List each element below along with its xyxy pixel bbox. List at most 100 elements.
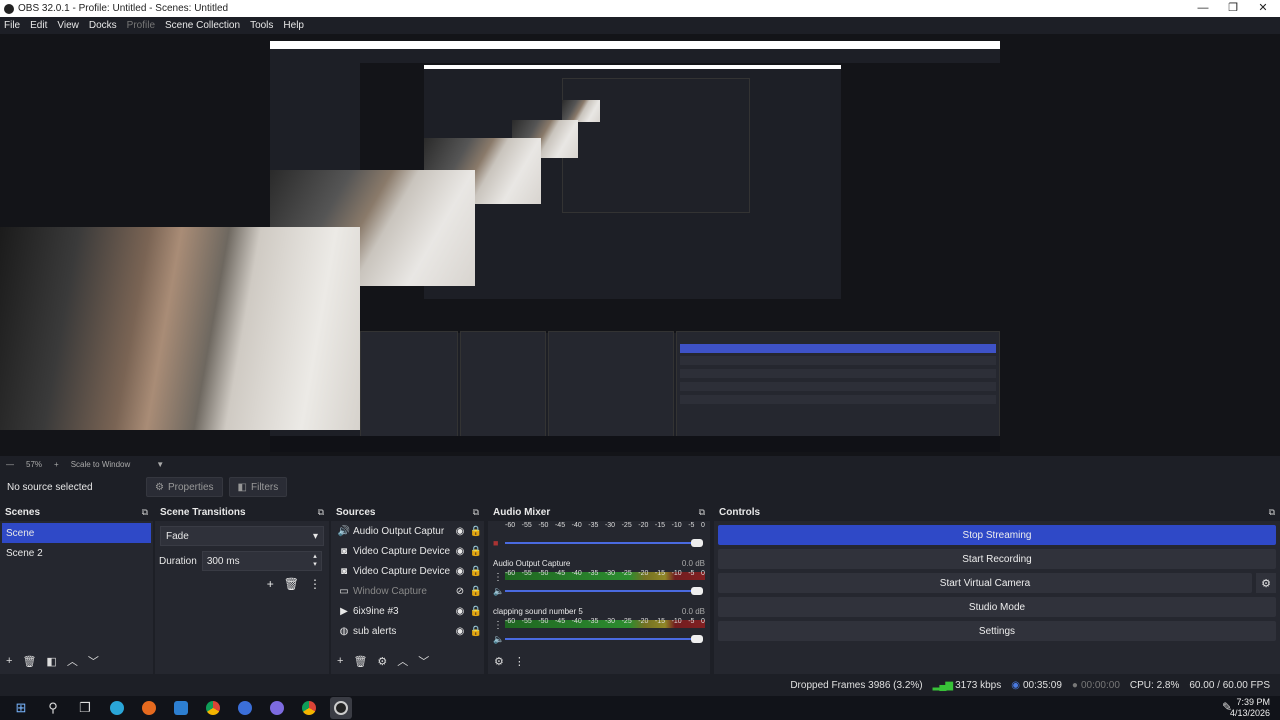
source-item[interactable]: ▭ Window Capture ⊘ 🔒 bbox=[331, 581, 484, 601]
windows-start-icon[interactable]: ⊞ bbox=[10, 697, 32, 719]
volume-slider[interactable] bbox=[505, 635, 703, 643]
chrome-icon[interactable] bbox=[202, 697, 224, 719]
eye-icon[interactable]: ◉ bbox=[452, 546, 468, 557]
chrome-icon-2[interactable] bbox=[298, 697, 320, 719]
more-icon[interactable]: ⋮ bbox=[493, 572, 505, 583]
volume-slider[interactable] bbox=[505, 539, 703, 547]
transition-select[interactable]: Fade ▾ bbox=[160, 526, 324, 546]
minimize-button[interactable]: — bbox=[1188, 0, 1218, 17]
menu-profile[interactable]: Profile bbox=[127, 20, 155, 31]
lock-icon[interactable]: 🔒 bbox=[468, 586, 484, 597]
menu-help[interactable]: Help bbox=[283, 20, 304, 31]
more-icon[interactable]: ⋮ bbox=[309, 577, 321, 591]
lock-icon[interactable]: 🔒 bbox=[468, 606, 484, 617]
lock-icon[interactable]: 🔒 bbox=[468, 566, 484, 577]
app-icon[interactable] bbox=[170, 697, 192, 719]
transition-selected: Fade bbox=[166, 530, 189, 542]
source-item[interactable]: ◍ sub alerts ◉ 🔒 bbox=[331, 621, 484, 641]
spin-arrows-icon[interactable]: ▴ ▾ bbox=[313, 553, 317, 569]
add-icon[interactable]: + bbox=[267, 577, 274, 591]
trash-icon[interactable]: 🗑 bbox=[284, 577, 299, 591]
dropped-frames: Dropped Frames 3986 (3.2%) bbox=[790, 680, 923, 691]
start-recording-button[interactable]: Start Recording bbox=[718, 549, 1276, 569]
advanced-audio-icon[interactable]: ⚙ bbox=[494, 655, 504, 668]
meter-tick: -50 bbox=[538, 570, 549, 577]
meter-tick: 0 bbox=[700, 618, 705, 625]
gear-icon[interactable]: ⚙ bbox=[377, 655, 387, 668]
virtual-camera-settings-gear-icon[interactable]: ⚙ bbox=[1256, 573, 1276, 593]
chevron-down-icon[interactable]: ﹀ bbox=[88, 653, 99, 669]
undock-icon[interactable]: ⧉ bbox=[142, 507, 148, 518]
trash-icon[interactable]: 🗑 bbox=[353, 655, 367, 668]
undock-icon[interactable]: ⧉ bbox=[473, 507, 479, 518]
menu-scene-collection[interactable]: Scene Collection bbox=[165, 20, 240, 31]
meter-tick: -45 bbox=[554, 570, 566, 577]
chevron-up-icon[interactable]: ︿ bbox=[397, 653, 408, 669]
eye-icon[interactable]: ◉ bbox=[452, 526, 468, 537]
undock-icon[interactable]: ⧉ bbox=[1269, 507, 1275, 518]
eye-hidden-icon[interactable]: ⊘ bbox=[452, 586, 468, 597]
app-icon-2[interactable] bbox=[234, 697, 256, 719]
more-icon[interactable]: ⋮ bbox=[514, 655, 525, 668]
close-button[interactable]: ✕ bbox=[1248, 0, 1278, 17]
gear-icon: ⚙ bbox=[155, 481, 164, 493]
add-icon[interactable]: + bbox=[337, 655, 343, 667]
duration-label: Duration bbox=[159, 555, 197, 567]
volume-slider[interactable] bbox=[505, 587, 703, 595]
filter-icon[interactable]: ◧ bbox=[46, 655, 56, 668]
clock[interactable]: 7:39 PM 4/13/2026 bbox=[1230, 697, 1270, 719]
menu-docks[interactable]: Docks bbox=[89, 20, 117, 31]
lock-icon[interactable]: 🔒 bbox=[468, 546, 484, 557]
chevron-down-icon[interactable]: ▼ bbox=[156, 460, 164, 469]
menu-file[interactable]: File bbox=[4, 20, 20, 31]
trash-icon[interactable]: 🗑 bbox=[22, 655, 36, 668]
studio-mode-button[interactable]: Studio Mode bbox=[718, 597, 1276, 617]
zoom-minus[interactable]: — bbox=[6, 460, 14, 469]
menu-edit[interactable]: Edit bbox=[30, 20, 47, 31]
discord-icon[interactable] bbox=[266, 697, 288, 719]
source-item[interactable]: 🔊 Audio Output Captur ◉ 🔒 bbox=[331, 521, 484, 541]
scene-item-scene[interactable]: Scene bbox=[2, 523, 151, 543]
menu-tools[interactable]: Tools bbox=[250, 20, 273, 31]
stop-streaming-button[interactable]: Stop Streaming bbox=[718, 525, 1276, 545]
scene-item-scene-2[interactable]: Scene 2 bbox=[0, 543, 153, 563]
firefox-icon[interactable] bbox=[138, 697, 160, 719]
undock-icon[interactable]: ⧉ bbox=[699, 507, 705, 518]
meter-tick: -35 bbox=[588, 618, 599, 625]
eye-icon[interactable]: ◉ bbox=[452, 626, 468, 637]
add-icon[interactable]: + bbox=[6, 655, 12, 667]
scale-to-window[interactable]: Scale to Window bbox=[71, 460, 131, 469]
undock-icon[interactable]: ⧉ bbox=[318, 507, 324, 518]
zoom-plus[interactable]: + bbox=[54, 460, 59, 469]
scenes-title: Scenes bbox=[5, 507, 41, 518]
title-bar: OBS 32.0.1 - Profile: Untitled - Scenes:… bbox=[0, 0, 1280, 17]
source-item[interactable]: ▶ 6ix9ine #3 ◉ 🔒 bbox=[331, 601, 484, 621]
meter-tick: -50 bbox=[538, 618, 549, 625]
muted-speaker-icon[interactable]: ■ bbox=[493, 538, 505, 548]
start-virtual-camera-button[interactable]: Start Virtual Camera bbox=[718, 573, 1252, 593]
speaker-icon[interactable]: 🔈 bbox=[493, 586, 505, 597]
chevron-down-icon[interactable]: ﹀ bbox=[418, 653, 429, 669]
filters-button[interactable]: ◧ Filters bbox=[228, 477, 288, 497]
speaker-icon[interactable]: 🔈 bbox=[493, 634, 505, 645]
chevron-up-icon[interactable]: ︿ bbox=[67, 653, 78, 669]
properties-button[interactable]: ⚙ Properties bbox=[146, 477, 223, 497]
obs-logo-icon bbox=[4, 3, 14, 14]
more-icon[interactable]: ⋮ bbox=[493, 620, 505, 631]
source-item[interactable]: ◙ Video Capture Device ◉ 🔒 bbox=[331, 541, 484, 561]
lock-icon[interactable]: 🔒 bbox=[468, 526, 484, 537]
restore-button[interactable]: ❐ bbox=[1218, 0, 1248, 17]
edge-icon[interactable] bbox=[106, 697, 128, 719]
eye-icon[interactable]: ◉ bbox=[452, 606, 468, 617]
duration-spinbox[interactable]: 300 ms ▴ ▾ bbox=[201, 551, 322, 571]
task-view-icon[interactable]: ❐ bbox=[74, 697, 96, 719]
globe-icon: ◍ bbox=[339, 625, 349, 637]
obs-icon[interactable] bbox=[330, 697, 352, 719]
menu-view[interactable]: View bbox=[57, 20, 79, 31]
search-icon[interactable]: ⚲ bbox=[42, 697, 64, 719]
lock-icon[interactable]: 🔒 bbox=[468, 626, 484, 637]
settings-button[interactable]: Settings bbox=[718, 621, 1276, 641]
chevron-down-icon: ▾ bbox=[312, 530, 318, 542]
source-item[interactable]: ◙ Video Capture Device ◉ 🔒 bbox=[331, 561, 484, 581]
eye-icon[interactable]: ◉ bbox=[452, 566, 468, 577]
